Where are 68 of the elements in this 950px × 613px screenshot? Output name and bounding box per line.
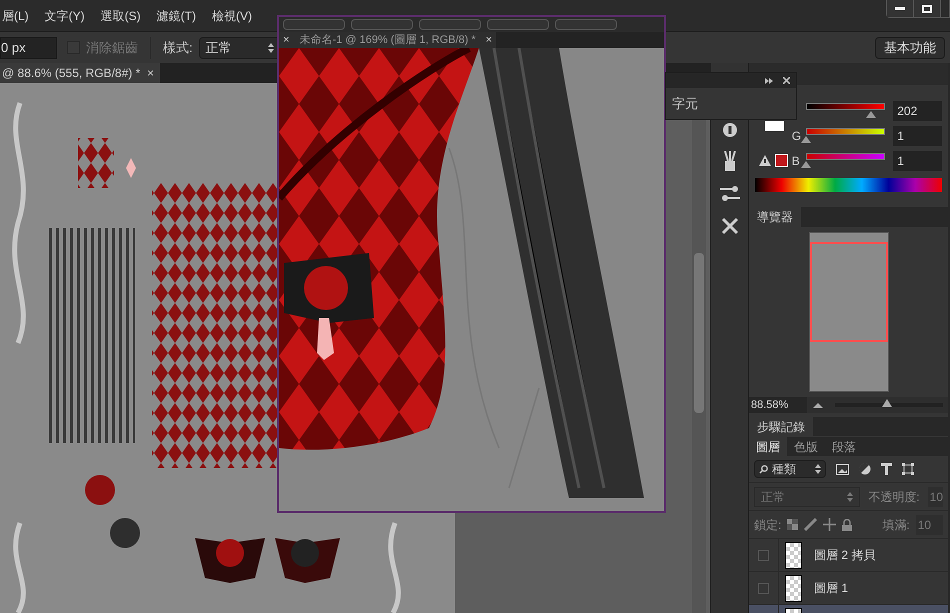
zoom-field[interactable]: 88.58% (749, 397, 807, 413)
image-icon[interactable] (836, 464, 849, 474)
layer-thumbnail (785, 574, 802, 602)
search-icon (759, 464, 768, 474)
channel-value-field[interactable]: 1 (893, 126, 942, 146)
panel-tab[interactable]: 色版 (787, 437, 825, 456)
minimize-icon (895, 7, 905, 10)
spinner-icon (268, 42, 274, 52)
foreground-swatch (765, 121, 784, 131)
move-icon[interactable] (823, 518, 836, 531)
half-circle-icon[interactable] (859, 463, 871, 475)
slider-thumb[interactable] (866, 110, 876, 118)
expand-icon[interactable] (765, 78, 773, 84)
layer-row[interactable]: 圖層 2 拷貝 (749, 539, 948, 572)
panel-tab[interactable]: 圖層 (749, 437, 787, 456)
warning-icon (758, 155, 771, 166)
gamut-swatch[interactable] (774, 154, 788, 167)
maximize-icon (922, 4, 932, 12)
lock-icon[interactable] (842, 518, 852, 530)
panel-tab[interactable]: 步驟記錄 (749, 417, 813, 436)
transform-icon[interactable] (902, 463, 914, 475)
channel-value-field[interactable]: 202 (893, 100, 942, 120)
slider-thumb[interactable] (800, 136, 811, 142)
slider-thumb[interactable] (882, 399, 892, 407)
spinner-icon (815, 464, 821, 474)
panel-tab[interactable]: 導覽器 (749, 207, 801, 227)
type-icon[interactable] (881, 463, 892, 475)
maximize-button[interactable] (914, 0, 941, 17)
channel-value-field[interactable]: 1 (893, 150, 942, 170)
minimize-button[interactable] (887, 0, 914, 17)
size-field[interactable]: 0 px (0, 36, 57, 58)
style-label: 樣式: (163, 38, 193, 57)
info-icon[interactable] (722, 123, 736, 137)
channel-label: G (792, 128, 800, 144)
lock-label: 鎖定: (754, 516, 782, 534)
zoom-out-icon[interactable] (813, 402, 823, 408)
panel-tab[interactable]: 段落 (825, 437, 863, 456)
menu-item[interactable]: 文字(Y) (44, 6, 85, 24)
document-tab[interactable]: × 未命名-1 @ 169% (圖層 1, RGB/8) * × (279, 32, 496, 48)
close-icon[interactable] (783, 77, 790, 84)
checkerboard-icon[interactable] (787, 519, 798, 530)
scrollbar-thumb[interactable] (694, 253, 704, 413)
brush-settings-icon[interactable] (720, 185, 740, 203)
workspace-button[interactable]: 基本功能 (875, 36, 945, 58)
fill-label: 填滿: (882, 516, 910, 534)
layer-name: 圖層 2 拷貝 (814, 547, 876, 564)
close-button[interactable]: × (146, 64, 158, 82)
visibility-toggle[interactable] (758, 582, 769, 594)
color-spectrum[interactable] (755, 178, 942, 192)
panel-title[interactable]: 字元 (672, 94, 698, 114)
layer-name: 圖層 1 (814, 580, 848, 597)
checkbox-label: 消除鋸齒 (86, 38, 138, 57)
close-button[interactable]: × (486, 32, 492, 48)
document-tab[interactable]: @ 88.6% (555, RGB/8#) * × (0, 63, 160, 83)
menu-item[interactable]: 檢視(V) (212, 6, 252, 24)
close-button[interactable]: × (283, 32, 290, 48)
filter-dropdown[interactable]: 種類 (754, 460, 826, 478)
brush-icon[interactable] (804, 518, 818, 531)
menu-item[interactable]: 層(L) (2, 6, 29, 24)
channel-label: B (792, 152, 800, 170)
layer-thumbnail (785, 542, 802, 568)
menu-item[interactable]: 濾鏡(T) (156, 6, 196, 24)
spinner-icon (847, 492, 854, 502)
visibility-toggle[interactable] (758, 550, 769, 560)
tools-icon[interactable] (720, 217, 738, 235)
opacity-label: 不透明度: (868, 488, 920, 506)
slider-thumb[interactable] (800, 160, 811, 168)
menu-item[interactable]: 選取(S) (100, 6, 141, 24)
